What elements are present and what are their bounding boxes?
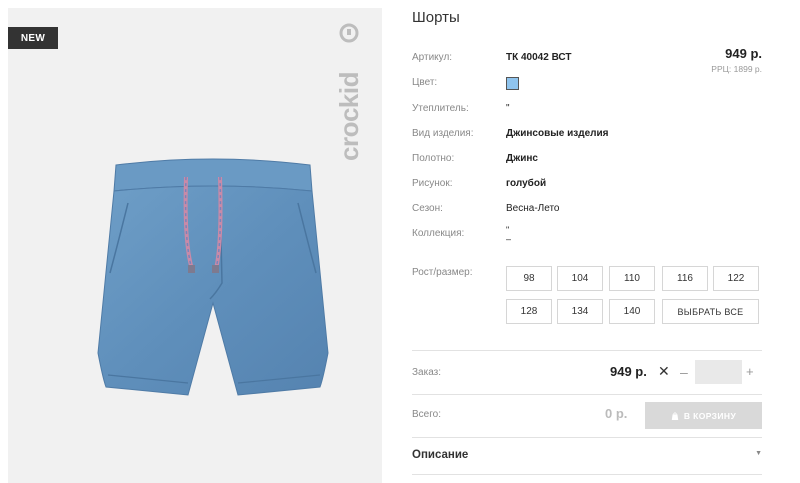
insulation-label: Утеплитель: (412, 103, 469, 114)
shorts-photo (88, 153, 338, 413)
product-type-label: Вид изделия: (412, 128, 474, 139)
bag-icon (671, 411, 679, 420)
fabric-label: Полотно: (412, 153, 455, 164)
size-option-122[interactable]: 122 (713, 266, 759, 291)
size-option-98[interactable]: 98 (506, 266, 552, 291)
order-price: 949 р. (610, 364, 647, 379)
divider (412, 437, 762, 438)
product-price: 949 р. (725, 46, 762, 61)
size-option-128[interactable]: 128 (506, 299, 552, 324)
chevron-down-icon[interactable]: ▼ (755, 450, 762, 457)
description-toggle[interactable]: Описание (412, 449, 468, 461)
divider (412, 394, 762, 395)
season-label: Сезон: (412, 203, 443, 214)
product-type-value: Джинсовые изделия (506, 128, 609, 139)
new-badge: NEW (8, 27, 58, 49)
quantity-minus-button[interactable]: – (680, 364, 688, 380)
size-option-140[interactable]: 140 (609, 299, 655, 324)
product-image-panel: NEW crockid (8, 8, 382, 483)
season-value: Весна-Лето (506, 203, 560, 214)
article-label: Артикул: (412, 52, 453, 63)
order-label: Заказ: (412, 367, 442, 378)
divider (412, 350, 762, 351)
size-option-104[interactable]: 104 (557, 266, 603, 291)
product-rrc-price: РРЦ: 1899 р. (711, 64, 762, 74)
quantity-input[interactable] (695, 360, 742, 384)
insulation-value: " (506, 103, 510, 114)
select-all-sizes-button[interactable]: ВЫБРАТЬ ВСЕ (662, 299, 759, 324)
divider (412, 474, 762, 475)
times-icon: ✕ (658, 363, 670, 379)
svg-text:crockid: crockid (334, 72, 364, 161)
add-to-cart-label: В КОРЗИНУ (683, 410, 737, 421)
total-value: 0 р. (605, 406, 628, 421)
product-title: Шорты (412, 9, 460, 26)
pattern-label: Рисунок: (412, 178, 453, 189)
color-label: Цвет: (412, 77, 438, 88)
brand-logo: crockid (330, 23, 370, 163)
size-label: Рост/размер: (412, 267, 473, 278)
total-label: Всего: (412, 409, 441, 420)
size-option-110[interactable]: 110 (609, 266, 655, 291)
pattern-value: голубой (506, 178, 547, 189)
collection-value: " – (506, 225, 512, 244)
collection-label: Коллекция: (412, 228, 465, 239)
add-to-cart-button[interactable]: В КОРЗИНУ (645, 402, 762, 429)
color-swatch[interactable] (506, 77, 519, 90)
size-option-116[interactable]: 116 (662, 266, 708, 291)
article-value: ТК 40042 ВСТ (506, 52, 572, 63)
size-option-134[interactable]: 134 (557, 299, 603, 324)
fabric-value: Джинс (506, 153, 538, 164)
quantity-plus-button[interactable]: + (746, 364, 754, 379)
